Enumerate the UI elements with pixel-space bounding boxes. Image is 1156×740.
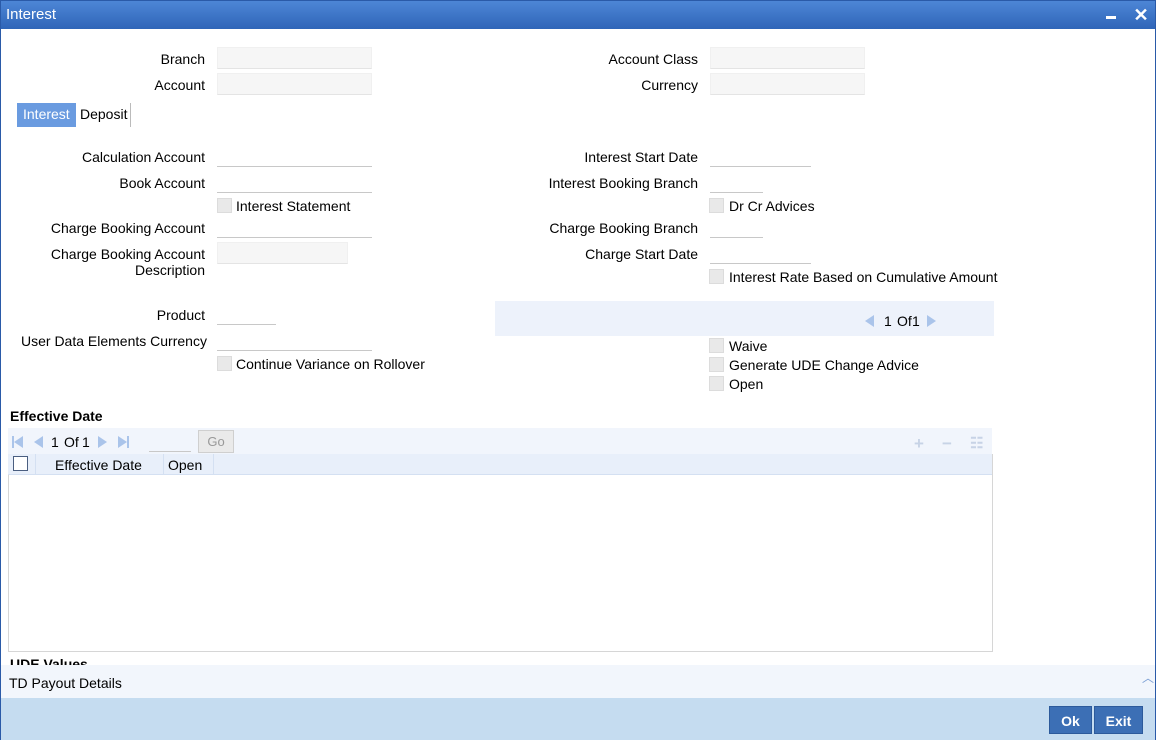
branch-label: Branch [160,51,205,67]
charge-booking-branch-label: Charge Booking Branch [549,220,698,236]
pager-current: 1 [884,313,892,329]
currency-label: Currency [641,77,698,93]
charge-booking-account-desc-field[interactable] [217,242,348,264]
book-account-field[interactable] [217,171,372,193]
next-page-icon[interactable] [98,436,107,448]
interest-start-date-field[interactable] [710,145,811,167]
exit-button[interactable]: Exit [1094,706,1143,734]
header-divider [35,454,36,475]
column-header-effective-date[interactable]: Effective Date [55,457,142,473]
effective-date-grid-header [8,454,992,475]
effective-date-grid [8,454,993,652]
footer-bar [1,698,1155,740]
grid-page-of: Of [64,434,79,450]
select-all-checkbox[interactable] [13,456,28,471]
pager-prev-icon[interactable] [865,315,874,327]
ude-currency-label: User Data Elements Currency [21,333,207,349]
tab-divider [130,103,131,127]
charge-booking-branch-field[interactable] [710,216,763,238]
account-class-label: Account Class [608,51,698,67]
delete-row-icon[interactable]: − [942,434,952,454]
continue-variance-label: Continue Variance on Rollover [236,356,425,372]
currency-field[interactable] [710,73,865,95]
expand-caret-icon[interactable]: ︿ [1142,669,1154,686]
window-title: Interest [6,6,57,23]
column-header-open[interactable]: Open [168,457,202,473]
grid-page-total: 1 [82,434,90,450]
minimize-icon[interactable] [1102,5,1122,25]
waive-label: Waive [729,338,768,354]
td-payout-label: TD Payout Details [9,675,122,691]
tab-deposit[interactable]: Deposit [74,103,133,127]
branch-field[interactable] [217,47,372,69]
waive-checkbox[interactable] [709,338,724,353]
charge-booking-account-label: Charge Booking Account [50,220,205,236]
ude-values-section-title: UDE Values [10,657,88,665]
title-bar: Interest ✕ [1,1,1155,29]
generate-ude-checkbox[interactable] [709,357,724,372]
account-label: Account [154,77,205,93]
interest-booking-branch-label: Interest Booking Branch [548,175,698,191]
ok-button[interactable]: Ok [1049,706,1092,734]
dr-cr-advices-label: Dr Cr Advices [729,198,815,214]
single-view-icon[interactable]: ☷ [970,434,983,452]
go-button[interactable]: Go [198,430,234,453]
td-payout-bar[interactable]: TD Payout Details ︿ [1,665,1155,698]
grid-page-current: 1 [51,434,59,450]
header-divider [213,454,214,475]
header-divider [163,454,164,475]
page-number-input[interactable] [149,430,191,452]
interest-statement-label: Interest Statement [236,198,351,214]
charge-start-date-field[interactable] [710,242,811,264]
charge-start-date-label: Charge Start Date [585,246,698,262]
effective-date-section-title: Effective Date [10,408,103,424]
pager-total: 1 [912,313,920,329]
interest-rate-cumulative-checkbox[interactable] [709,269,724,284]
close-icon[interactable]: ✕ [1131,5,1151,25]
interest-window: Interest ✕ Branch Account Account Class … [0,0,1156,740]
charge-booking-account-desc-label-2: Description [134,262,205,278]
book-account-label: Book Account [119,175,205,191]
ude-currency-field[interactable] [217,329,372,351]
pager-next-icon[interactable] [927,315,936,327]
account-field[interactable] [217,73,372,95]
open-label: Open [729,376,764,392]
interest-booking-branch-field[interactable] [710,171,763,193]
calculation-account-label: Calculation Account [82,149,205,165]
product-label: Product [156,307,205,323]
product-field[interactable] [217,303,276,325]
dr-cr-advices-checkbox[interactable] [709,198,724,213]
add-row-icon[interactable]: + [914,434,924,454]
interest-statement-checkbox[interactable] [217,198,232,213]
charge-booking-account-desc-label: Charge Booking Account [50,246,205,262]
tab-interest[interactable]: Interest [17,103,76,127]
last-page-icon[interactable] [118,436,127,448]
prev-page-icon[interactable] [34,436,43,448]
account-class-field[interactable] [710,47,865,69]
first-page-icon[interactable] [14,436,23,448]
continue-variance-checkbox[interactable] [217,356,232,371]
charge-booking-account-field[interactable] [217,216,372,238]
pager-of-label: Of [897,313,912,329]
interest-start-date-label: Interest Start Date [584,149,698,165]
last-page-bar [127,436,129,448]
calculation-account-field[interactable] [217,145,372,167]
generate-ude-label: Generate UDE Change Advice [729,357,919,373]
open-checkbox[interactable] [709,376,724,391]
interest-rate-cumulative-label: Interest Rate Based on Cumulative Amount [729,269,998,285]
